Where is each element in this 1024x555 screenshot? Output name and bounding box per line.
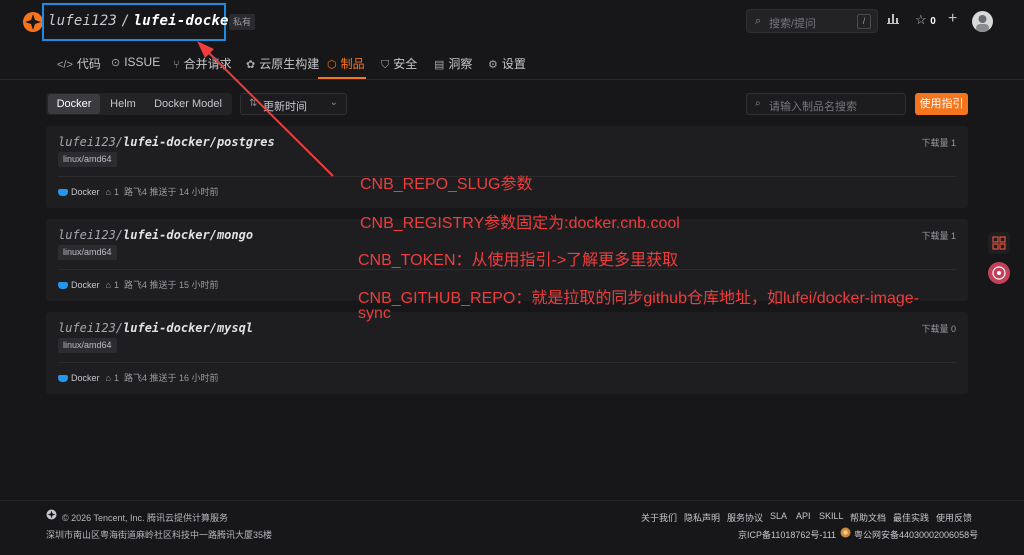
footer-link-api[interactable]: API bbox=[796, 511, 811, 521]
cnb-footer-logo-icon bbox=[46, 509, 57, 520]
footer-link-about[interactable]: 关于我们 bbox=[641, 511, 677, 524]
footer-icp[interactable]: 京ICP备11018762号-111 bbox=[738, 528, 836, 541]
footer-address: 深圳市南山区粤海街道麻岭社区科技中一路腾讯大厦35楼 bbox=[46, 530, 273, 540]
side-apps-button[interactable] bbox=[988, 232, 1010, 254]
police-badge-icon bbox=[840, 527, 851, 538]
annotation-repo-slug: CNB_REPO_SLUG参数 bbox=[360, 176, 533, 193]
footer-police-record[interactable]: 粤公网安备44030002006058号 bbox=[854, 528, 978, 541]
annotation-github-repo: CNB_GITHUB_REPO：就是拉取的同步github仓库地址，如lufei… bbox=[358, 290, 920, 307]
footer-link-privacy[interactable]: 隐私声明 bbox=[684, 511, 720, 524]
footer-link-best-practices[interactable]: 最佳实践 bbox=[893, 511, 929, 524]
annotation-github-repo-cont: sync bbox=[358, 305, 391, 322]
footer-link-terms[interactable]: 服务协议 bbox=[727, 511, 763, 524]
footer-link-sla[interactable]: SLA bbox=[770, 511, 787, 521]
side-assistant-button[interactable] bbox=[988, 262, 1010, 284]
apps-icon bbox=[992, 236, 1006, 250]
assistant-icon bbox=[992, 266, 1006, 280]
annotation-registry: CNB_REGISTRY参数固定为:docker.cnb.cool bbox=[360, 215, 680, 232]
footer-copyright: © 2026 Tencent, Inc. 腾讯云提供计算服务 bbox=[62, 513, 229, 523]
footer-link-skill[interactable]: SKILL bbox=[819, 511, 844, 521]
annotation-token: CNB_TOKEN：从使用指引->了解更多里获取 bbox=[358, 252, 679, 269]
annotation-arrow bbox=[197, 41, 334, 177]
footer-link-docs[interactable]: 帮助文档 bbox=[850, 511, 886, 524]
footer-link-feedback[interactable]: 使用反馈 bbox=[936, 511, 972, 524]
footer-divider bbox=[0, 500, 1024, 501]
